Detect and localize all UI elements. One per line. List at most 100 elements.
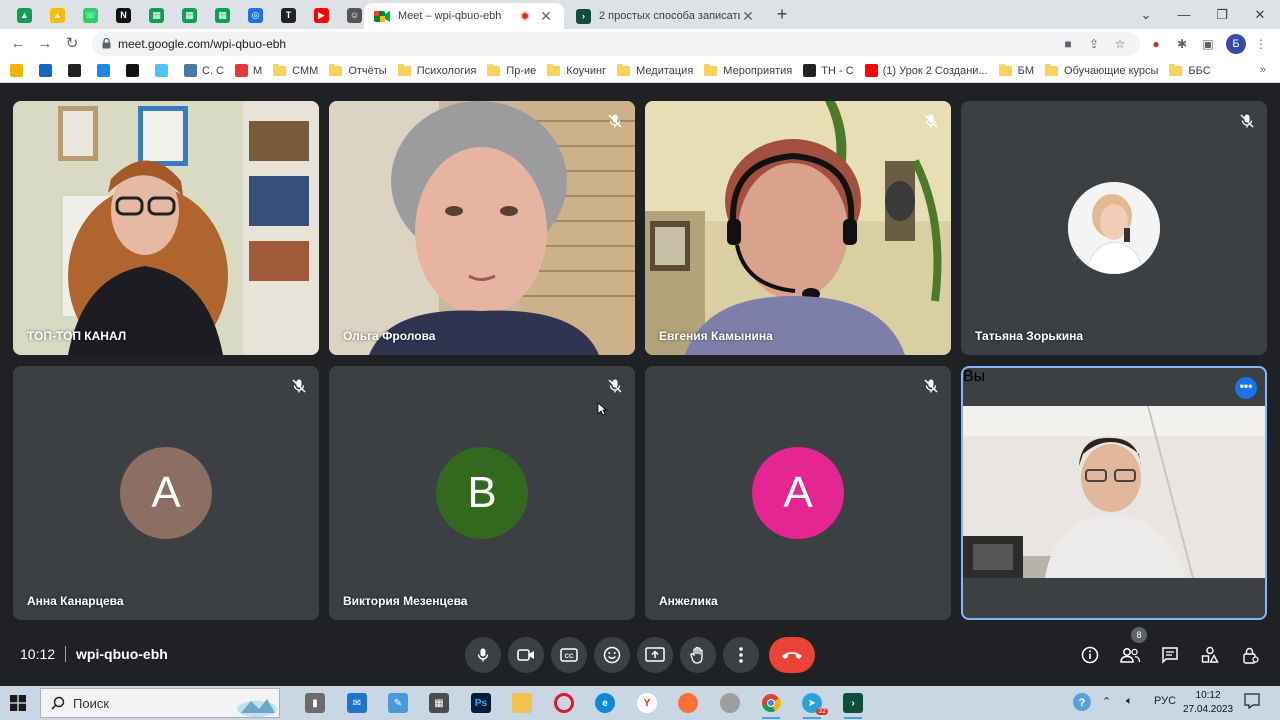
bookmark-item[interactable]: Мероприятия: [704, 63, 792, 77]
menu-kebab-icon[interactable]: ⋮: [1252, 35, 1270, 53]
taskbar-app-firefox[interactable]: [676, 691, 700, 715]
side-panel-icon[interactable]: ▣: [1199, 35, 1217, 53]
bookmark-item[interactable]: ББС: [1169, 63, 1211, 77]
pinned-tab[interactable]: N: [107, 4, 140, 26]
microphone-button[interactable]: [465, 637, 501, 673]
participant-tile[interactable]: В Виктория Мезенцева: [329, 366, 635, 620]
reload-button[interactable]: ↻: [62, 34, 82, 54]
pinned-tab[interactable]: ☏: [74, 4, 107, 26]
taskbar-app-calculator[interactable]: ▦: [427, 691, 451, 715]
more-options-button[interactable]: [723, 637, 759, 673]
bookmark-item[interactable]: ТН - С: [803, 64, 854, 77]
bookmark-item[interactable]: [39, 64, 57, 77]
extension-record-icon[interactable]: ●: [1147, 35, 1165, 53]
mic-off-icon: [924, 114, 938, 128]
share-icon[interactable]: ⇪: [1086, 37, 1102, 51]
taskbar-app-notes[interactable]: ✎: [386, 691, 410, 715]
new-tab-button[interactable]: +: [772, 4, 792, 24]
bookmark-item[interactable]: (1) Урок 2 Создани...: [864, 64, 988, 77]
close-tab-icon[interactable]: ✕: [538, 8, 554, 25]
captions-button[interactable]: CC: [551, 637, 587, 673]
bookmark-item[interactable]: М: [235, 64, 262, 77]
pinned-tab[interactable]: ▲: [8, 4, 41, 26]
people-icon: [1120, 648, 1141, 663]
bookmark-item[interactable]: [126, 64, 144, 77]
activities-button[interactable]: [1199, 645, 1221, 665]
taskbar-app-chrome[interactable]: [759, 691, 783, 719]
more-options-button[interactable]: •••: [1235, 377, 1257, 399]
pinned-tab[interactable]: T: [272, 4, 305, 26]
bookmark-item[interactable]: Обучающие курсы: [1044, 63, 1158, 77]
chat-button[interactable]: [1159, 645, 1181, 665]
bookmark-item[interactable]: Медитация: [617, 63, 693, 77]
address-bar[interactable]: meet.google.com/wpi-qbuo-ebh ■ ⇪ ☆: [92, 32, 1140, 56]
participant-tile[interactable]: Ольга Фролова: [329, 101, 635, 355]
pinned-tab[interactable]: ▶: [305, 4, 338, 26]
tray-chevron-up-icon[interactable]: ⌃: [1102, 695, 1111, 708]
pinned-tab[interactable]: ▦: [206, 4, 239, 26]
reactions-button[interactable]: [594, 637, 630, 673]
pinned-tab[interactable]: ▦: [140, 4, 173, 26]
participant-tile[interactable]: Евгения Камынина: [645, 101, 951, 355]
profile-avatar[interactable]: Б: [1226, 34, 1246, 54]
bookmark-item[interactable]: [68, 64, 86, 77]
bookmark-item[interactable]: [97, 64, 115, 77]
bookmark-item[interactable]: [155, 64, 173, 77]
camera-button[interactable]: [508, 637, 544, 673]
photoshop-icon: Ps: [471, 693, 491, 713]
notification-center-icon[interactable]: [1244, 693, 1260, 712]
tab-search-icon[interactable]: ⌄: [1128, 0, 1164, 29]
pinned-tab[interactable]: ▲: [41, 4, 74, 26]
close-window-button[interactable]: ✕: [1242, 0, 1278, 29]
self-view-tile[interactable]: ••• Вы: [961, 366, 1267, 620]
taskbar-app-photoshop[interactable]: Ps: [469, 691, 493, 715]
taskbar-app-recorder[interactable]: ›: [841, 691, 865, 719]
bookmark-item[interactable]: Отчёты: [329, 63, 387, 77]
bookmark-item[interactable]: Пр-ие: [487, 63, 536, 77]
back-button[interactable]: ←: [8, 34, 28, 54]
tab-article[interactable]: › 2 простых способа записать вст ✕: [566, 3, 766, 29]
participant-tile[interactable]: А Анжелика: [645, 366, 951, 620]
taskbar-app-edge[interactable]: e: [593, 691, 617, 715]
bookmark-item[interactable]: Коучинг: [547, 63, 606, 77]
taskbar-app-explorer[interactable]: [510, 691, 534, 715]
participant-tile[interactable]: А Анна Канарцева: [13, 366, 319, 620]
pinned-tab[interactable]: ◎: [239, 4, 272, 26]
tray-help-icon[interactable]: ?: [1072, 692, 1092, 715]
minimize-button[interactable]: —: [1166, 0, 1202, 29]
taskbar-search-box[interactable]: Поиск: [40, 688, 280, 718]
taskbar-app-yandex[interactable]: Y: [635, 691, 659, 715]
bookmark-item[interactable]: СММ: [273, 63, 318, 77]
camera-in-use-icon[interactable]: ■: [1060, 37, 1076, 51]
close-tab-icon[interactable]: ✕: [740, 8, 756, 25]
windows-start-icon[interactable]: [10, 695, 26, 711]
folder-icon: [273, 63, 287, 76]
tab-meet[interactable]: Meet – wpi-qbuo-ebh ✕: [364, 3, 564, 29]
taskbar-app-telegram[interactable]: ➤ 32: [800, 691, 828, 719]
extensions-puzzle-icon[interactable]: ✱: [1173, 35, 1191, 53]
bookmarks-more-button[interactable]: »: [1260, 64, 1266, 76]
forward-button[interactable]: →: [35, 34, 55, 54]
taskbar-app-cortana[interactable]: ▮: [303, 691, 327, 715]
raise-hand-button[interactable]: [680, 637, 716, 673]
people-button[interactable]: [1119, 645, 1141, 665]
tray-volume-icon[interactable]: 🔈︎: [1126, 695, 1133, 708]
meeting-info-button[interactable]: [1079, 645, 1101, 665]
taskbar-app-mail[interactable]: ✉: [345, 691, 369, 715]
participant-tile[interactable]: Татьяна Зорькина: [961, 101, 1267, 355]
bookmark-item[interactable]: С. С: [184, 64, 224, 77]
taskbar-app-chrome-2[interactable]: [718, 691, 742, 715]
bookmark-star-icon[interactable]: ☆: [1112, 37, 1128, 51]
present-screen-button[interactable]: [637, 637, 673, 673]
host-controls-button[interactable]: [1239, 645, 1261, 665]
tray-language[interactable]: РУС: [1154, 695, 1176, 707]
leave-call-button[interactable]: [769, 637, 815, 673]
restore-button[interactable]: ❐: [1204, 0, 1240, 29]
bookmark-item[interactable]: Психология: [397, 63, 476, 77]
bookmark-item[interactable]: БМ: [998, 63, 1034, 77]
participant-tile[interactable]: ТОП-ТОП КАНАЛ: [13, 101, 319, 355]
taskbar-app-opera[interactable]: [552, 691, 576, 715]
pinned-tab[interactable]: ▦: [173, 4, 206, 26]
bookmark-item[interactable]: [10, 64, 28, 77]
tray-clock[interactable]: 10:12 27.04.2023: [1183, 689, 1233, 717]
